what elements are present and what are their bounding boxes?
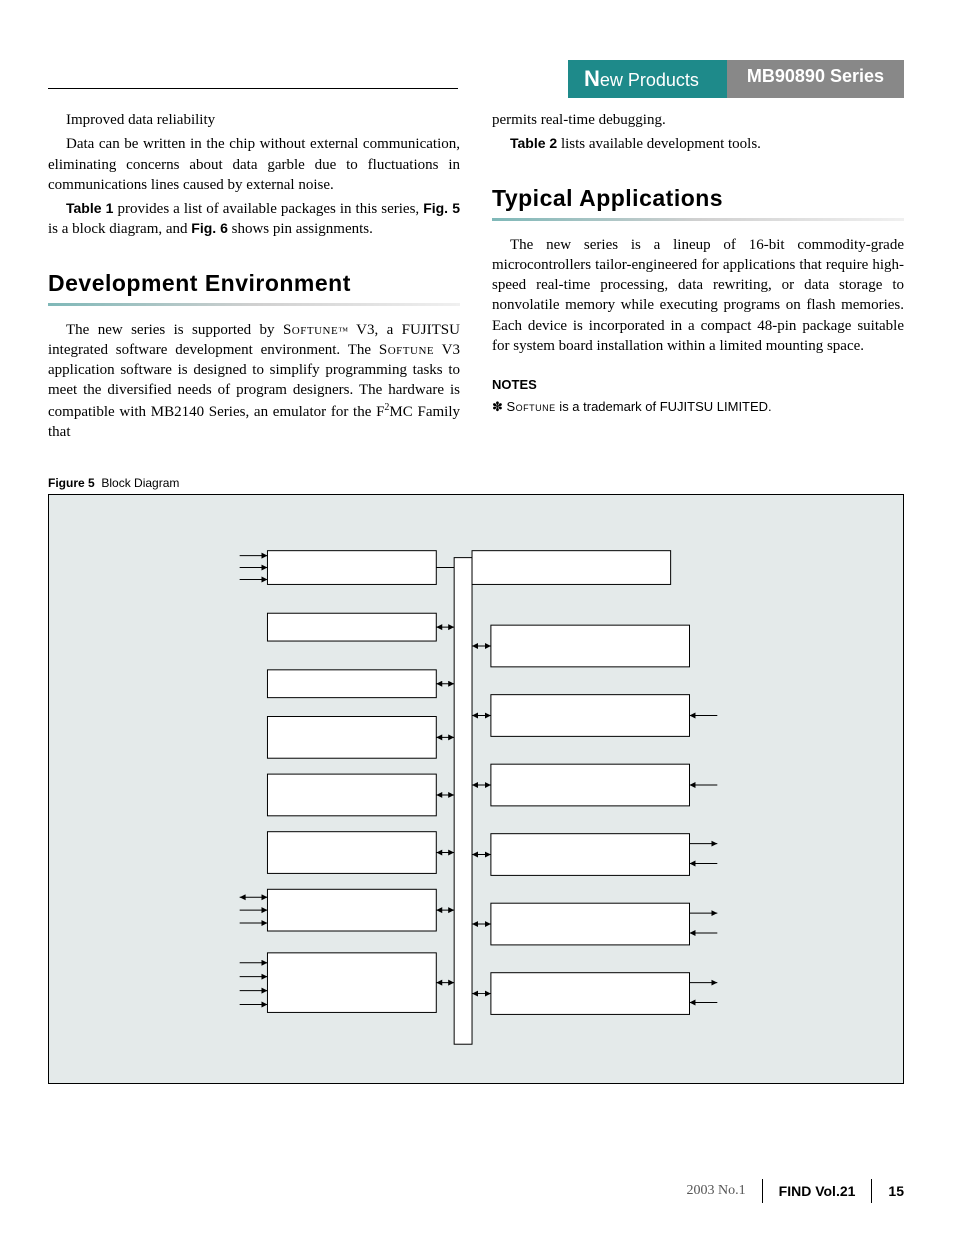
heading-rule bbox=[48, 303, 460, 306]
footer-divider-2 bbox=[871, 1179, 872, 1203]
softune-note: Softune bbox=[507, 399, 556, 414]
heading-rule-2 bbox=[492, 218, 904, 221]
diagram-svg bbox=[49, 495, 903, 1083]
ref-fig6: Fig. 6 bbox=[191, 220, 228, 236]
ref-fig5: Fig. 5 bbox=[423, 200, 460, 216]
right-column: permits real-time debugging. Table 2 lis… bbox=[492, 110, 904, 446]
para-improved: Improved data reliability bbox=[48, 110, 460, 130]
para-table1: Table 1 provides a list of available pac… bbox=[48, 199, 460, 240]
ref-table2: Table 2 bbox=[510, 135, 557, 151]
tab-new-products: New Products bbox=[568, 60, 727, 98]
para-table2: Table 2 lists available development tool… bbox=[492, 134, 904, 154]
tab-series: MB90890 Series bbox=[727, 60, 904, 98]
figure-caption: Figure 5 Block Diagram bbox=[48, 476, 904, 490]
notes-text: ✽ Softune is a trademark of FUJITSU LIMI… bbox=[492, 398, 904, 416]
footer-magazine: FIND Vol.21 bbox=[779, 1183, 856, 1199]
top-rule bbox=[48, 88, 458, 89]
footer-divider-1 bbox=[762, 1179, 763, 1203]
tab-rest: ew Products bbox=[600, 70, 699, 90]
ref-table1: Table 1 bbox=[66, 200, 113, 216]
heading-dev-env: Development Environment bbox=[48, 268, 460, 299]
footer-page: 15 bbox=[888, 1183, 904, 1199]
para-typical: The new series is a lineup of 16-bit com… bbox=[492, 235, 904, 357]
page-footer: 2003 No.1 FIND Vol.21 15 bbox=[687, 1179, 904, 1203]
para-permits: permits real-time debugging. bbox=[492, 110, 904, 130]
block-diagram bbox=[48, 494, 904, 1084]
left-column: Improved data reliability Data can be wr… bbox=[48, 110, 460, 446]
figure-title: Block Diagram bbox=[101, 476, 179, 490]
softune-1: Softune bbox=[283, 322, 338, 338]
heading-typical-apps: Typical Applications bbox=[492, 183, 904, 214]
tab-big-n: N bbox=[584, 66, 600, 91]
para-data-written: Data can be written in the chip without … bbox=[48, 134, 460, 195]
figure-label: Figure 5 bbox=[48, 476, 95, 490]
footer-issue: 2003 No.1 bbox=[687, 1183, 746, 1199]
softune-2: Softune bbox=[379, 342, 434, 358]
header-tabs: New Products MB90890 Series bbox=[568, 60, 904, 98]
para-dev-env: The new series is supported by Softune™ … bbox=[48, 320, 460, 443]
notes-heading: NOTES bbox=[492, 376, 904, 394]
